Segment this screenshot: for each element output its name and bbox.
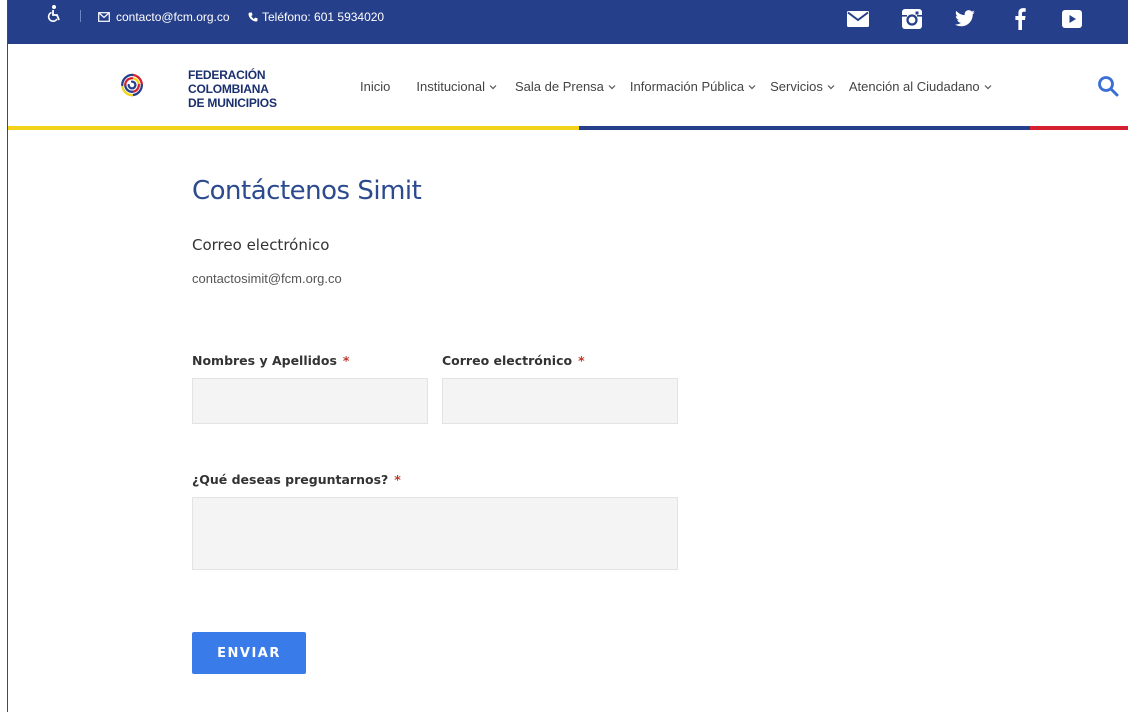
- nav-item-institucional[interactable]: Institucional: [416, 79, 497, 94]
- chevron-down-icon: [489, 84, 497, 89]
- nav-item-servicios[interactable]: Servicios: [770, 79, 835, 94]
- twitter-icon[interactable]: [953, 8, 977, 30]
- youtube-icon[interactable]: [1060, 8, 1084, 30]
- question-textarea[interactable]: [192, 497, 678, 570]
- phone-icon: [248, 12, 258, 22]
- chevron-down-icon: [748, 84, 756, 89]
- nav-item-informacion-publica[interactable]: Información Pública: [630, 79, 756, 94]
- main-nav: Inicio Institucional Sala de Prensa Info…: [360, 79, 992, 94]
- window-left-border: [0, 0, 8, 712]
- name-input[interactable]: [192, 378, 428, 424]
- topbar-email-text: contacto@fcm.org.co: [116, 10, 230, 24]
- contact-email-text: contactosimit@fcm.org.co: [192, 271, 342, 286]
- nav-item-atencion-al-ciudadano[interactable]: Atención al Ciudadano: [849, 79, 992, 94]
- tricolor-bar: [8, 126, 1128, 130]
- site-header: FEDERACIÓN COLOMBIANA DE MUNICIPIOS Inic…: [8, 44, 1128, 126]
- tricolor-blue: [579, 126, 1030, 130]
- nav-item-label: Servicios: [770, 79, 823, 94]
- logo-line-1: FEDERACIÓN: [188, 68, 266, 82]
- facebook-icon[interactable]: [1008, 8, 1032, 30]
- nav-item-label: Institucional: [416, 79, 486, 94]
- nav-item-label: Inicio: [360, 79, 391, 94]
- email-input[interactable]: [442, 378, 678, 424]
- fcm-logo-icon[interactable]: [120, 52, 184, 118]
- name-label-text: Nombres y Apellidos: [192, 353, 337, 368]
- email-label: Correo electrónico *: [442, 353, 585, 368]
- search-icon[interactable]: [1096, 74, 1120, 98]
- topbar-phone: Teléfono: 601 5934020: [248, 10, 384, 24]
- nav-item-label: Atención al Ciudadano: [848, 79, 980, 94]
- logo-line-3: DE MUNICIPIOS: [188, 96, 277, 110]
- email-icon[interactable]: [846, 8, 870, 30]
- topbar-divider: [80, 10, 81, 22]
- email-label-text: Correo electrónico: [442, 353, 573, 368]
- nav-item-label: Sala de Prensa: [515, 79, 604, 94]
- page-title: Contáctenos Simit: [192, 176, 422, 206]
- instagram-icon[interactable]: [900, 8, 924, 30]
- chevron-down-icon: [827, 84, 835, 89]
- accessibility-icon[interactable]: [44, 4, 64, 24]
- question-label: ¿Qué deseas preguntarnos? *: [192, 472, 401, 487]
- email-subheading: Correo electrónico: [192, 236, 330, 254]
- topbar-phone-text: Teléfono: 601 5934020: [262, 10, 385, 24]
- nav-item-inicio[interactable]: Inicio: [360, 79, 390, 94]
- tricolor-red: [1030, 126, 1128, 130]
- required-mark: *: [394, 472, 401, 487]
- chevron-down-icon: [608, 84, 616, 89]
- required-mark: *: [578, 353, 585, 368]
- name-label: Nombres y Apellidos *: [192, 353, 349, 368]
- tricolor-yellow: [8, 126, 579, 130]
- topbar-email-link[interactable]: contacto@fcm.org.co: [98, 10, 230, 24]
- nav-item-sala-de-prensa[interactable]: Sala de Prensa: [515, 79, 616, 94]
- required-mark: *: [342, 353, 350, 368]
- fcm-logo-text[interactable]: FEDERACIÓN COLOMBIANA DE MUNICIPIOS: [188, 68, 277, 110]
- submit-button[interactable]: ENVIAR: [192, 632, 306, 674]
- chevron-down-icon: [984, 84, 992, 89]
- question-label-text: ¿Qué deseas preguntarnos?: [192, 472, 389, 487]
- top-bar: contacto@fcm.org.co Teléfono: 601 593402…: [8, 0, 1128, 44]
- envelope-icon: [98, 12, 110, 22]
- nav-item-label: Información Pública: [629, 79, 745, 94]
- logo-line-2: COLOMBIANA: [188, 82, 269, 96]
